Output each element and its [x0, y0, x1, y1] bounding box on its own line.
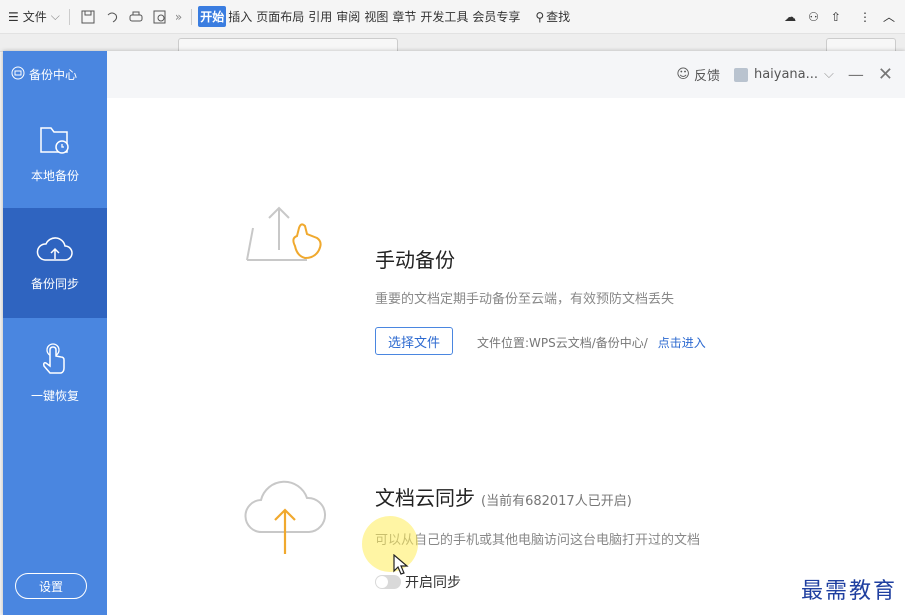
share-icon[interactable]: ⇧	[831, 10, 841, 24]
backup-center-icon	[11, 66, 25, 83]
user-menu[interactable]: haiyana... ⌵	[733, 67, 834, 82]
feedback-button[interactable]: ☺ 反馈	[676, 65, 720, 84]
hand-pointer-icon	[35, 342, 75, 381]
avatar	[733, 67, 748, 82]
cloud-sync-illustration	[237, 468, 337, 568]
feedback-label: 反馈	[693, 69, 720, 84]
print-icon[interactable]	[128, 9, 144, 25]
more-tools-button[interactable]: »	[172, 10, 185, 24]
search-icon: ⚲	[535, 9, 545, 24]
enable-sync-toggle[interactable]: 开启同步	[375, 572, 461, 592]
chevron-down-icon: ⌵	[824, 67, 834, 82]
file-location-text: 文件位置:WPS云文档/备份中心/	[477, 336, 648, 350]
open-location-link[interactable]: 点击进入	[658, 336, 706, 350]
brand-label: 备份中心	[29, 68, 78, 82]
toggle-switch[interactable]	[375, 575, 401, 589]
file-location: 文件位置:WPS云文档/备份中心/ 点击进入	[477, 334, 706, 351]
divider	[191, 8, 193, 25]
hamburger-icon: ☰	[8, 9, 19, 24]
sidebar: 备份中心 本地备份 备份同步 一键恢复 设置	[3, 51, 107, 615]
print-preview-icon[interactable]	[152, 9, 168, 25]
manual-upload-illustration	[237, 188, 337, 288]
tab-developer[interactable]: 开发工具	[418, 6, 470, 27]
tab-review[interactable]: 审阅	[334, 6, 362, 27]
close-icon[interactable]: ✕	[878, 64, 893, 85]
tab-references[interactable]: 引用	[306, 6, 334, 27]
select-file-button[interactable]: 选择文件	[375, 327, 454, 355]
dialog-header: ☺ 反馈 haiyana... ⌵ — ✕	[107, 51, 905, 98]
tab-home[interactable]: 开始	[198, 6, 227, 27]
search-label: 查找	[546, 10, 571, 24]
tab-strip	[0, 34, 905, 52]
sidebar-item-label: 一键恢复	[30, 389, 79, 403]
chevron-up-icon[interactable]: ︿	[883, 8, 895, 25]
tab-chapter[interactable]: 章节	[390, 6, 418, 27]
tab-insert[interactable]: 插入	[226, 6, 254, 27]
cloud-sync-description: 可以从自己的手机或其他电脑访问这台电脑打开过的文档	[375, 533, 701, 548]
sidebar-item-label: 本地备份	[30, 169, 79, 183]
backup-center-brand: 备份中心	[3, 51, 107, 98]
cloud-upload-icon	[35, 234, 75, 269]
toggle-label: 开启同步	[405, 575, 461, 591]
chevron-down-icon: ⌵	[50, 9, 60, 23]
divider	[68, 8, 70, 25]
more-vertical-icon[interactable]: ⋮	[859, 10, 871, 24]
sidebar-item-one-click-restore[interactable]: 一键恢复	[3, 318, 107, 428]
main-content: 手动备份 重要的文档定期手动备份至云端，有效预防文档丢失 选择文件 文件位置:W…	[107, 98, 905, 615]
cloud-sync-title-text: 文档云同步	[375, 486, 475, 510]
save-icon[interactable]	[80, 9, 96, 25]
file-menu[interactable]: ☰ 文件 ⌵	[0, 8, 63, 25]
document-tab[interactable]	[826, 38, 896, 52]
cloud-sync-title: 文档云同步 (当前有682017人已开启)	[375, 482, 632, 511]
minimize-icon[interactable]: —	[848, 65, 864, 84]
settings-button[interactable]: 设置	[15, 573, 87, 599]
chat-bubble-icon: ☺	[676, 67, 690, 82]
sidebar-item-local-backup[interactable]: 本地备份	[3, 98, 107, 208]
mouse-cursor-icon	[393, 554, 409, 575]
collaborate-icon[interactable]: ⚇	[808, 10, 819, 24]
app-menubar: ☰ 文件 ⌵ » 开始 插入 页面布局 引用 审阅 视图 章节 开发工具 会员专…	[0, 0, 905, 34]
watermark-logo: 最需教育	[800, 579, 897, 604]
file-menu-label: 文件	[22, 10, 47, 24]
click-highlight	[362, 516, 418, 572]
sidebar-item-label: 备份同步	[30, 277, 79, 291]
menubar-right-tools: ☁ ⚇ ⇧ ⋮ ︿	[784, 8, 905, 25]
tab-page-layout[interactable]: 页面布局	[254, 6, 306, 27]
undo-icon[interactable]	[104, 9, 120, 25]
tab-view[interactable]: 视图	[362, 6, 390, 27]
manual-backup-title: 手动备份	[375, 248, 455, 272]
manual-backup-description: 重要的文档定期手动备份至云端，有效预防文档丢失	[375, 292, 675, 307]
search-button[interactable]: ⚲ 查找	[532, 8, 573, 25]
cloud-sync-icon[interactable]: ☁	[784, 10, 796, 24]
user-name: haiyana...	[753, 67, 819, 82]
sync-user-count: (当前有682017人已开启)	[481, 494, 632, 509]
document-tab[interactable]	[178, 38, 398, 52]
tab-member[interactable]: 会员专享	[470, 6, 522, 27]
backup-center-dialog: 备份中心 本地备份 备份同步 一键恢复 设置 ☺ 反馈 haiyana... ⌵…	[3, 51, 905, 615]
folder-clock-icon	[35, 122, 75, 161]
sidebar-item-backup-sync[interactable]: 备份同步	[3, 208, 107, 318]
